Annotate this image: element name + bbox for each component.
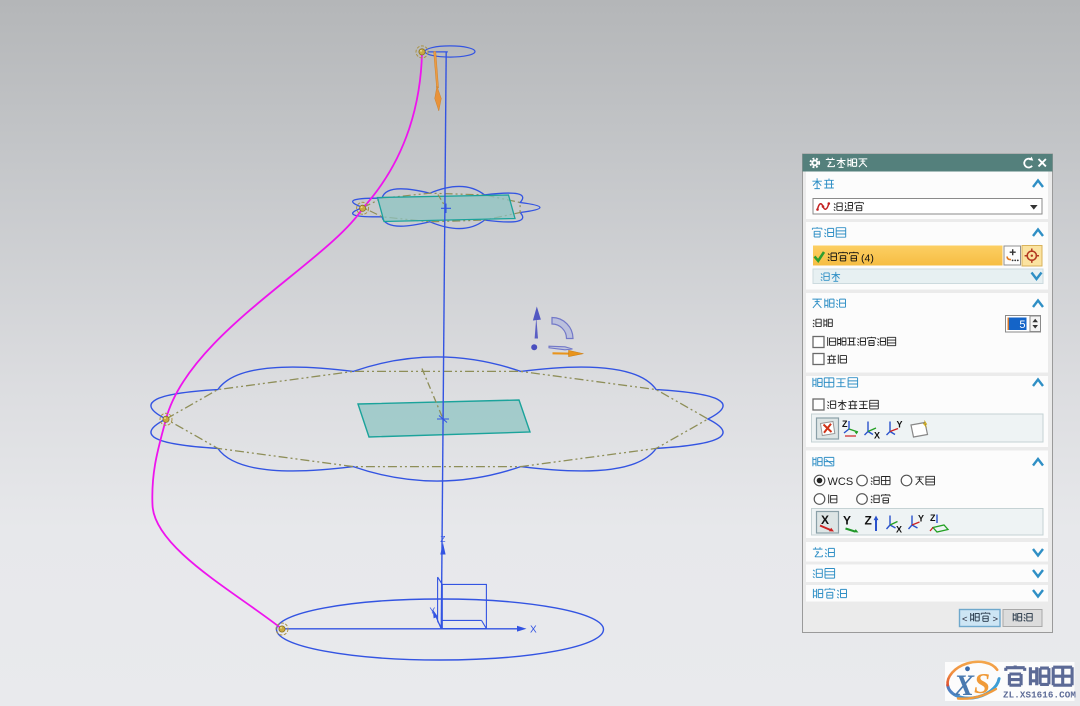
svg-text:Y: Y: [918, 514, 924, 524]
svg-text:(4): (4): [861, 253, 874, 265]
svg-text:S: S: [974, 668, 990, 700]
svg-text:X: X: [896, 525, 902, 535]
svg-text:WCS: WCS: [828, 476, 854, 488]
svg-text:X: X: [530, 625, 537, 636]
svg-text:Y: Y: [843, 514, 851, 528]
svg-text:>: >: [993, 614, 999, 625]
svg-text:Z: Z: [440, 534, 445, 544]
svg-text:Y: Y: [430, 606, 436, 616]
svg-text:Z: Z: [842, 419, 848, 429]
svg-text:5: 5: [1019, 319, 1025, 331]
svg-text:<: <: [962, 614, 968, 625]
svg-text:X: X: [953, 669, 975, 702]
svg-text:ZL.XS1616.COM: ZL.XS1616.COM: [1003, 690, 1076, 701]
svg-text:Z: Z: [930, 513, 936, 523]
svg-text:X: X: [874, 431, 880, 441]
svg-text:Y: Y: [897, 420, 903, 430]
svg-text:Z: Z: [865, 514, 872, 528]
svg-text:X: X: [821, 513, 829, 527]
